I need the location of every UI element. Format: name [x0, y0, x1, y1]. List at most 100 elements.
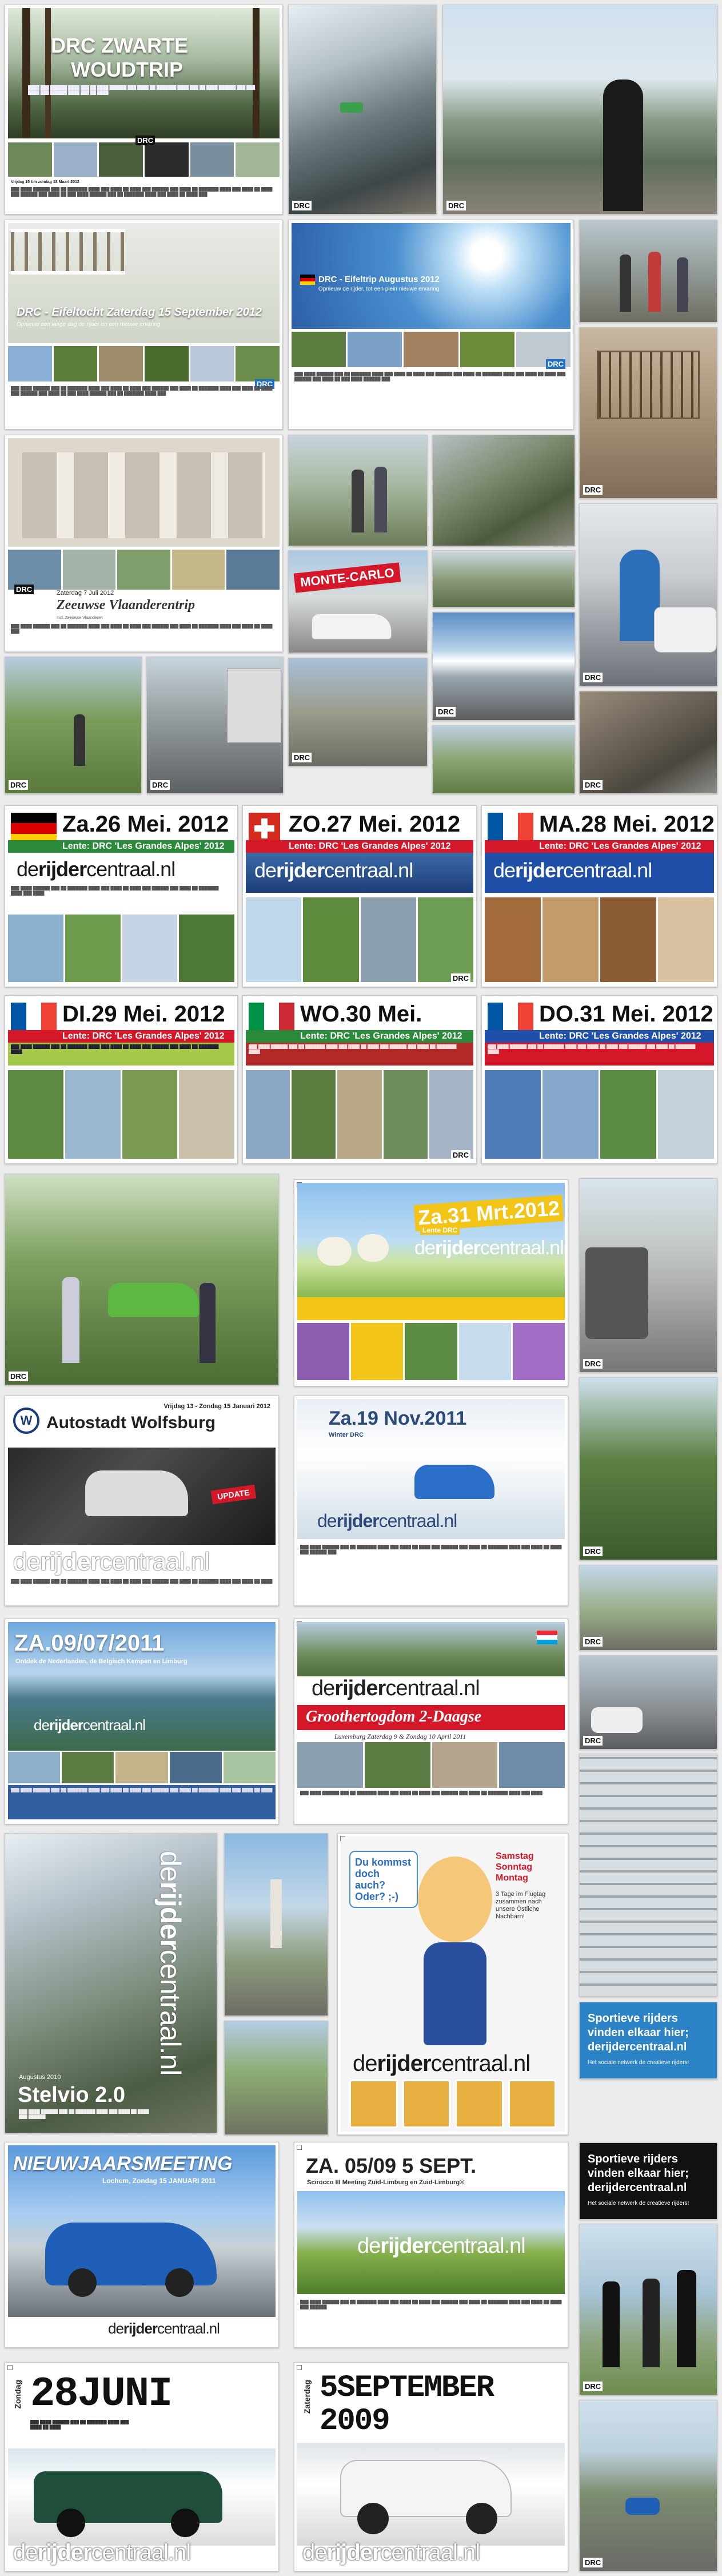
day-title: ZO.27 Mei. 2012	[289, 812, 461, 837]
photo-strip	[292, 332, 571, 367]
poster-alpes-day3[interactable]: MA.28 Mei. 2012 Lente: DRC 'Les Grandes …	[481, 805, 717, 987]
question-bubble: Du kommst doch auch? Oder? ;-)	[349, 1851, 418, 1908]
poster-sub: Incl. Zeeuwse Vlaanderen	[57, 616, 103, 620]
photo-meetup-group[interactable]: DRC	[579, 2224, 717, 2395]
photo-strip	[8, 915, 234, 982]
drc-logo: DRC	[446, 201, 466, 210]
poster-body: ███ ████ ██████ ███ ██ ███████ ████ ███ …	[300, 1791, 543, 1795]
brand-text: derijdercentraal.nl	[317, 1510, 457, 1531]
drc-logo: DRC	[135, 136, 155, 145]
info-text: 3 Tage im Flugtag zusammen nach unsere Ö…	[496, 1891, 546, 1920]
poster-maart[interactable]: Za.31 Mrt.2012 Lente DRC derijdercentraa…	[294, 1179, 568, 1386]
poster-stelvio[interactable]: derijdercentraal.nl Augustus 2010 Stelvi…	[5, 1833, 217, 2133]
photo-village-balcony[interactable]: DRC	[579, 327, 717, 499]
flag-germany	[11, 813, 57, 844]
poster-intro: ███ ████ ██████ ███ ██ ███████ ████ ███ …	[30, 2420, 129, 2430]
photo-road-hills[interactable]: DRC	[579, 1565, 717, 1651]
poster-wolfsburg[interactable]: W Vrijdag 13 - Zondag 15 Januari 2012 Au…	[5, 1396, 279, 1606]
drc-logo: DRC	[583, 673, 603, 682]
question-line-2: doch auch?	[355, 1868, 386, 1891]
poster-sub: Lochem, Zondag 15 JANUARI 2011	[102, 2177, 216, 2185]
drc-logo: DRC	[583, 485, 603, 495]
photo-mountain-road[interactable]: DRC	[288, 5, 437, 214]
brand-text: derijdercentraal.nl	[13, 1548, 210, 1576]
poster-title: DRC - Eifeltrip Augustus 2012	[318, 275, 440, 284]
poster-zwartewoud[interactable]: DRC ZWARTE WOUDTRIP ████ ███ ██████ ████…	[5, 5, 283, 214]
photo-driver-car[interactable]: DRC	[579, 503, 717, 686]
poster-title: DRC - Eifeltocht Zaterdag 15 September 2…	[17, 306, 262, 319]
poster-title: DRC ZWARTE	[51, 34, 188, 57]
drc-logo: DRC	[583, 1547, 603, 1556]
photo-grass-road[interactable]: DRC	[5, 657, 142, 794]
poster-eifeltocht[interactable]: DRC - Eifeltocht Zaterdag 15 September 2…	[5, 220, 283, 430]
vw-logo: W	[13, 1408, 39, 1434]
drc-logo: DRC	[450, 1150, 470, 1160]
poster-body: ███ ████ ██████ ███ ██ ███████ ████ ███ …	[11, 887, 219, 896]
photo-car-tower-interior[interactable]: DRC	[579, 1655, 717, 1750]
poster-title: Zeeuwse Vlaanderentrip	[57, 598, 196, 613]
photo-strip	[297, 1323, 565, 1380]
poster-nieuwjaar[interactable]: NIEUWJAARSMEETING Lochem, Zondag 15 JANU…	[5, 2142, 279, 2348]
poster-alpes-day5[interactable]: WO.30 Mei. 2012 Lente: DRC 'Les Grandes …	[242, 995, 477, 1164]
poster-date: Vrijdag 13 - Zondag 15 Januari 2012	[163, 1403, 270, 1410]
ad-small: Het sociale netwerk de creatieve rijders…	[588, 2200, 689, 2207]
photo-men-view[interactable]	[288, 435, 428, 546]
photo-alpine-stream[interactable]	[432, 550, 575, 607]
poster-body: ███ ████ ██████ ███ ██ ███████ ████ ███ …	[294, 372, 566, 381]
drc-logo: DRC	[150, 780, 170, 790]
poster-intro: ████ ███ ██████ ████ ███ ██ ████ ██████ …	[28, 86, 256, 95]
photo-village-church[interactable]	[224, 1833, 328, 2016]
poster-sub: Opnieuw de rijder, tot een plein nieuwe …	[318, 286, 440, 292]
poster-date: Augustus 2010	[19, 2074, 61, 2081]
photo-hotel-cars[interactable]: DRC	[146, 657, 284, 794]
photo-strip	[8, 1752, 276, 1783]
day-sub: Lente: DRC 'Les Grandes Alpes' 2012	[539, 1031, 701, 1041]
photo-montecarlo[interactable]: MONTE-CARLO	[288, 550, 428, 653]
ad-blue[interactable]: Sportieve rijders vinden elkaar hier; de…	[579, 2002, 717, 2079]
photo-mountain-view[interactable]: DRC	[442, 5, 717, 214]
photo-strip	[8, 1070, 234, 1159]
poster-zeeuwse[interactable]: DRC Zaterdag 7 Juli 2012 Zeeuwse Vlaande…	[5, 435, 283, 652]
poster-date: Vrijdag 15 t/m zondag 18 Maart 2012	[11, 180, 79, 184]
photo-mountain-cars[interactable]	[224, 2021, 328, 2135]
poster-eifeltrip[interactable]: DRC - Eifeltrip Augustus 2012 Opnieuw de…	[288, 220, 574, 430]
ad-line-3: derijdercentraal.nl	[588, 2181, 687, 2194]
poster-body: ███ ████ ██████ ███ ██ ███████ ████ ███ …	[11, 1045, 219, 1054]
photo-car-tower[interactable]	[579, 1754, 717, 1997]
poster-alpes-day6[interactable]: DO.31 Mei. 2012 Lente: DRC 'Les Grandes …	[481, 995, 717, 1164]
poster-title: 28JUNI	[30, 2371, 173, 2418]
drc-logo: DRC	[583, 1736, 603, 1746]
photo-clouds-road[interactable]: DRC	[432, 612, 575, 721]
poster-juni[interactable]: Zondag 28JUNI ███ ████ ██████ ███ ██ ███…	[5, 2362, 279, 2571]
day-sub: Lente: DRC 'Les Grandes Alpes' 2012	[289, 841, 451, 851]
photo-village-cars[interactable]: DRC	[288, 658, 428, 766]
poster-juli2011[interactable]: ZA.09/07/2011 Ontdek de Nederlanden, de …	[5, 1619, 279, 1824]
photo-group-street[interactable]	[579, 220, 717, 323]
photo-group-green-car[interactable]: DRC	[5, 1174, 279, 1385]
photo-rock-road[interactable]: DRC	[579, 691, 717, 794]
question-line-1: Du kommst	[355, 1857, 412, 1868]
poster-nov[interactable]: Za.19 Nov.2011 Winter DRC derijdercentra…	[294, 1396, 568, 1606]
poster-date: Zaterdag 7 Juli 2012	[57, 590, 114, 597]
poster-sub: Opnieuw een lange dag de rijder en een n…	[17, 322, 161, 327]
photo-forest-cars[interactable]: DRC	[579, 1377, 717, 1560]
photo-road-convoy[interactable]: DRC	[579, 2400, 717, 2571]
drc-logo: DRC	[292, 753, 312, 762]
photo-strip	[485, 1070, 714, 1159]
poster-alpes-day4[interactable]: DI.29 Mei. 2012 Lente: DRC 'Les Grandes …	[5, 995, 238, 1164]
photo-alpine-hills[interactable]	[432, 725, 575, 794]
photo-street-cars[interactable]: DRC	[579, 1178, 717, 1373]
poster-alpes-day2[interactable]: ZO.27 Mei. 2012 Lente: DRC 'Les Grandes …	[242, 805, 477, 987]
flag-italy	[249, 1003, 295, 1034]
photo-strip	[246, 1070, 474, 1159]
poster-sept[interactable]: ZA. 05/09 5 SEPT. Scirocco III Meeting Z…	[294, 2142, 568, 2348]
poster-september2009[interactable]: Zaterdag 5SEPTEMBER 2009 derijdercentraa…	[294, 2362, 568, 2571]
ad-black[interactable]: Sportieve rijders vinden elkaar hier; de…	[579, 2142, 717, 2220]
photo-gorge[interactable]	[432, 435, 575, 546]
poster-title: Autostadt Wolfsburg	[46, 1413, 216, 1432]
poster-luxemburg[interactable]: derijdercentraal.nl Groothertogdom 2-Daa…	[294, 1619, 568, 1824]
poster-oktoberfest[interactable]: Du kommst doch auch? Oder? ;-) Samstag S…	[337, 1833, 568, 2135]
poster-alpes-day1[interactable]: Za.26 Mei. 2012 Lente: DRC 'Les Grandes …	[5, 805, 238, 987]
brand-text: derijdercentraal.nl	[154, 1851, 186, 2076]
flag-france	[488, 1003, 534, 1034]
